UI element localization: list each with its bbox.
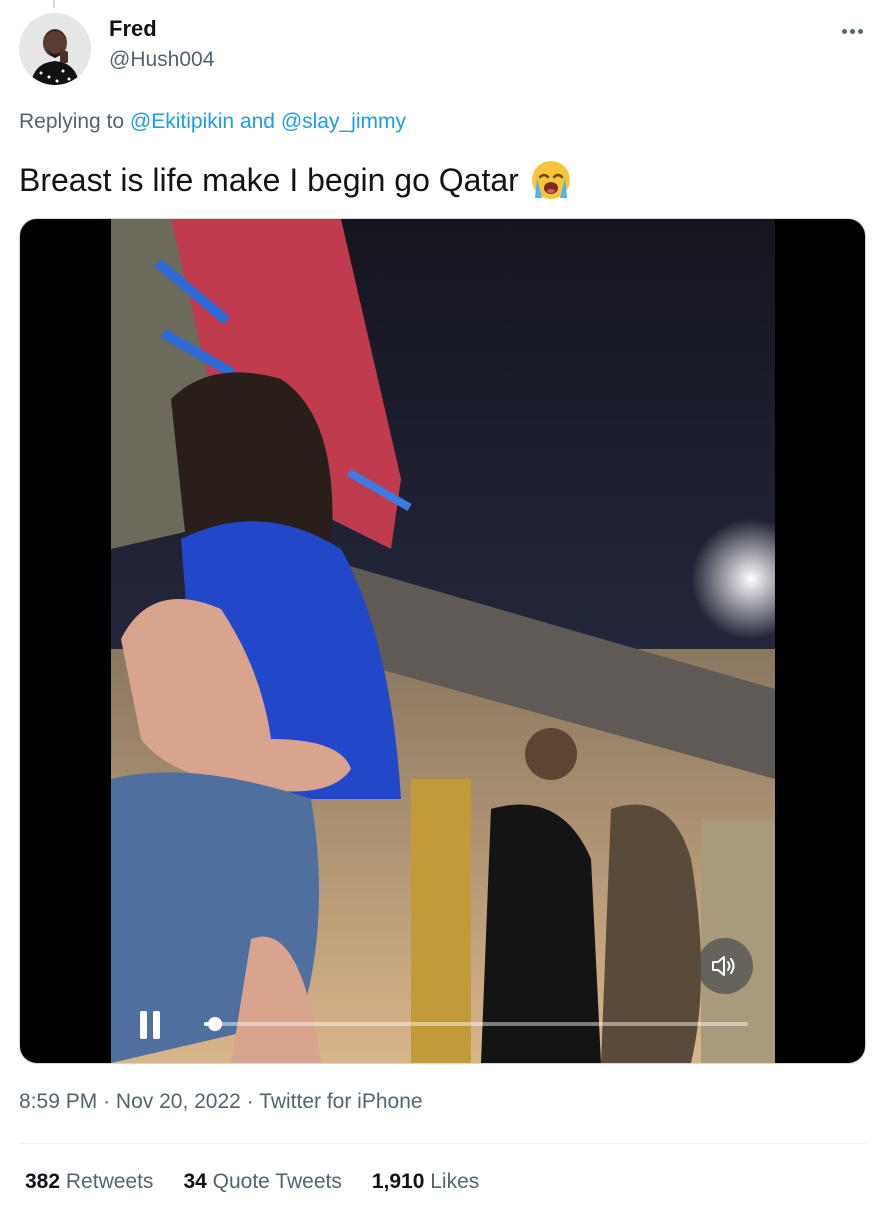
quotes-count: 34 — [183, 1170, 207, 1193]
tweet-text: Breast is life make I begin go Qatar — [19, 158, 573, 202]
more-options-icon[interactable] — [836, 18, 868, 44]
video-frame[interactable] — [111, 219, 775, 1063]
replying-prefix: Replying to — [19, 110, 125, 133]
likes-stat[interactable]: 1,910 Likes — [372, 1170, 479, 1194]
reply-joiner: and — [239, 110, 275, 133]
avatar[interactable] — [19, 13, 91, 85]
tweet-body: Breast is life make I begin go Qatar — [19, 161, 519, 198]
pause-bar — [140, 1011, 147, 1039]
divider — [19, 1143, 867, 1144]
replying-to-line: Replying to @Ekitipikin and @slay_jimmy — [19, 110, 406, 134]
engagement-stats: 382 Retweets 34 Quote Tweets 1,910 Likes — [25, 1170, 479, 1194]
author-name[interactable]: Fred — [109, 16, 157, 42]
reply-user-link-1[interactable]: @Ekitipikin — [130, 110, 234, 133]
tweet-date[interactable]: Nov 20, 2022 — [116, 1090, 241, 1113]
tweet-source[interactable]: Twitter for iPhone — [259, 1090, 422, 1113]
retweets-label: Retweets — [65, 1170, 154, 1193]
author-handle[interactable]: @Hush004 — [109, 48, 214, 72]
retweets-count: 382 — [25, 1170, 61, 1193]
volume-icon[interactable] — [697, 938, 753, 994]
dot — [857, 28, 863, 34]
loudly-crying-face-icon — [529, 158, 573, 202]
tweet-meta: 8:59 PM · Nov 20, 2022 · Twitter for iPh… — [19, 1090, 423, 1114]
pause-icon[interactable] — [140, 1011, 164, 1039]
meta-separator: · — [103, 1090, 111, 1113]
video-progress-bar[interactable] — [204, 1017, 748, 1031]
likes-count: 1,910 — [371, 1170, 425, 1193]
dot — [841, 28, 847, 34]
quote-tweets-stat[interactable]: 34 Quote Tweets — [183, 1170, 341, 1194]
video-player[interactable] — [19, 218, 866, 1064]
reply-user-link-2[interactable]: @slay_jimmy — [281, 110, 406, 133]
meta-separator: · — [246, 1090, 254, 1113]
dot — [849, 28, 855, 34]
likes-label: Likes — [430, 1170, 480, 1193]
video-progress-handle[interactable] — [207, 1017, 222, 1031]
tweet-time[interactable]: 8:59 PM — [19, 1090, 97, 1113]
pause-bar — [153, 1011, 160, 1039]
quotes-label: Quote Tweets — [212, 1170, 342, 1193]
thread-connector-line — [53, 0, 55, 8]
retweets-stat[interactable]: 382 Retweets — [25, 1170, 153, 1194]
